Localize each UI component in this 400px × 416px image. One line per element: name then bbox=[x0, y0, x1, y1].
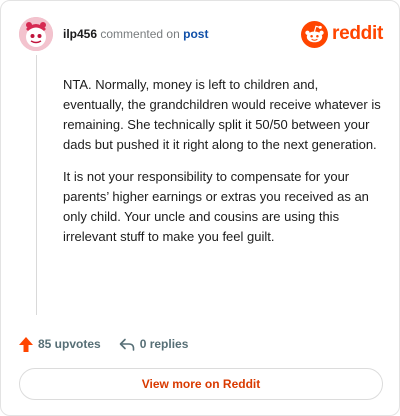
reply-arrow-icon bbox=[119, 338, 135, 351]
upvote-count: 85 upvotes bbox=[38, 337, 101, 351]
reddit-comment-card: ilp456 commented on post reddit NTA. Nor… bbox=[0, 0, 400, 416]
reply-button[interactable]: 0 replies bbox=[119, 337, 189, 351]
comment-header: ilp456 commented on post reddit bbox=[19, 17, 383, 53]
view-more-on-reddit-button[interactable]: View more on Reddit bbox=[19, 368, 383, 400]
comment-paragraph: It is not your responsibility to compens… bbox=[63, 169, 369, 244]
post-link[interactable]: post bbox=[183, 27, 208, 41]
upvote-arrow-icon bbox=[19, 336, 33, 352]
thread-line bbox=[36, 55, 37, 315]
comment-body: NTA. Normally, money is left to children… bbox=[63, 75, 381, 259]
reddit-logo-icon bbox=[301, 20, 329, 48]
reply-count: 0 replies bbox=[139, 337, 189, 351]
comment-actions: 85 upvotes 0 replies bbox=[19, 334, 188, 354]
username[interactable]: ilp456 bbox=[63, 27, 97, 41]
reddit-wordmark: reddit bbox=[332, 23, 383, 44]
reddit-brand[interactable]: reddit bbox=[301, 20, 383, 48]
upvote-button[interactable]: 85 upvotes bbox=[19, 336, 101, 352]
comment-paragraph: NTA. Normally, money is left to children… bbox=[63, 77, 381, 152]
comment-byline: ilp456 commented on post bbox=[63, 27, 208, 41]
avatar-icon bbox=[19, 17, 53, 51]
commented-on-text: commented on bbox=[100, 27, 180, 41]
user-avatar[interactable] bbox=[19, 17, 53, 51]
